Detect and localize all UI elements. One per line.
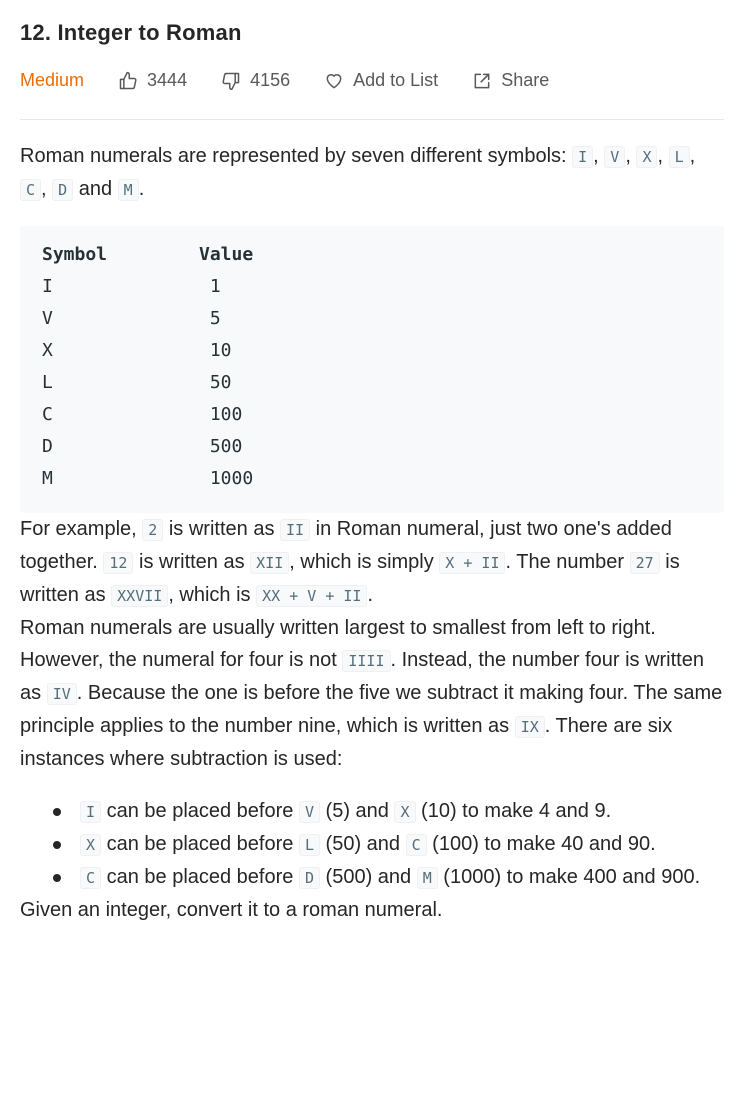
list-item: I can be placed before V (5) and X (10) … xyxy=(53,795,724,828)
add-to-list-button[interactable]: Add to List xyxy=(324,70,438,91)
difficulty-label: Medium xyxy=(20,70,85,90)
list-item: X can be placed before L (50) and C (100… xyxy=(53,828,724,861)
thumbs-down-icon xyxy=(222,72,240,90)
intro-paragraph: Roman numerals are represented by seven … xyxy=(20,145,696,201)
share-label: Share xyxy=(501,70,550,90)
table-row: V 5 xyxy=(42,308,221,329)
heart-icon xyxy=(326,73,342,88)
share-icon xyxy=(474,73,490,88)
thumbs-up-icon xyxy=(119,71,137,89)
subtraction-rules-list: I can be placed before V (5) and X (10) … xyxy=(20,795,724,894)
table-row: X 10 xyxy=(42,340,232,361)
table-header-row: Symbol Value xyxy=(42,239,702,271)
table-header-value: Value xyxy=(199,244,254,265)
problem-title: 12. Integer to Roman xyxy=(20,20,242,45)
table-header-symbol: Symbol xyxy=(42,244,108,265)
example-paragraph: For example, 2 is written as II in Roman… xyxy=(20,518,680,607)
dislike-count: 4156 xyxy=(250,70,291,90)
ordering-paragraph: Roman numerals are usually written large… xyxy=(20,617,723,770)
table-row: L 50 xyxy=(42,372,232,393)
like-button[interactable]: 3444 xyxy=(118,70,187,91)
problem-page: 12. Integer to Roman Medium 3444 4156 Ad… xyxy=(0,0,754,1098)
symbol-value-table: Symbol Value I 1 V 5 X 10 L 50 C 100 D 5… xyxy=(20,226,724,513)
table-row: M 1000 xyxy=(42,468,254,489)
dislike-button[interactable]: 4156 xyxy=(221,70,290,91)
problem-meta-bar: Medium 3444 4156 Add to List Share xyxy=(20,70,583,91)
table-row: C 100 xyxy=(42,404,243,425)
add-to-list-label: Add to List xyxy=(353,70,439,90)
like-count: 3444 xyxy=(147,70,188,90)
table-row: D 500 xyxy=(42,436,243,457)
share-button[interactable]: Share xyxy=(472,70,549,91)
task-statement: Given an integer, convert it to a roman … xyxy=(20,899,443,921)
table-row: I 1 xyxy=(42,276,221,297)
header-divider xyxy=(20,119,724,120)
problem-description: Roman numerals are represented by seven … xyxy=(20,140,724,926)
list-item: C can be placed before D (500) and M (10… xyxy=(53,861,724,894)
